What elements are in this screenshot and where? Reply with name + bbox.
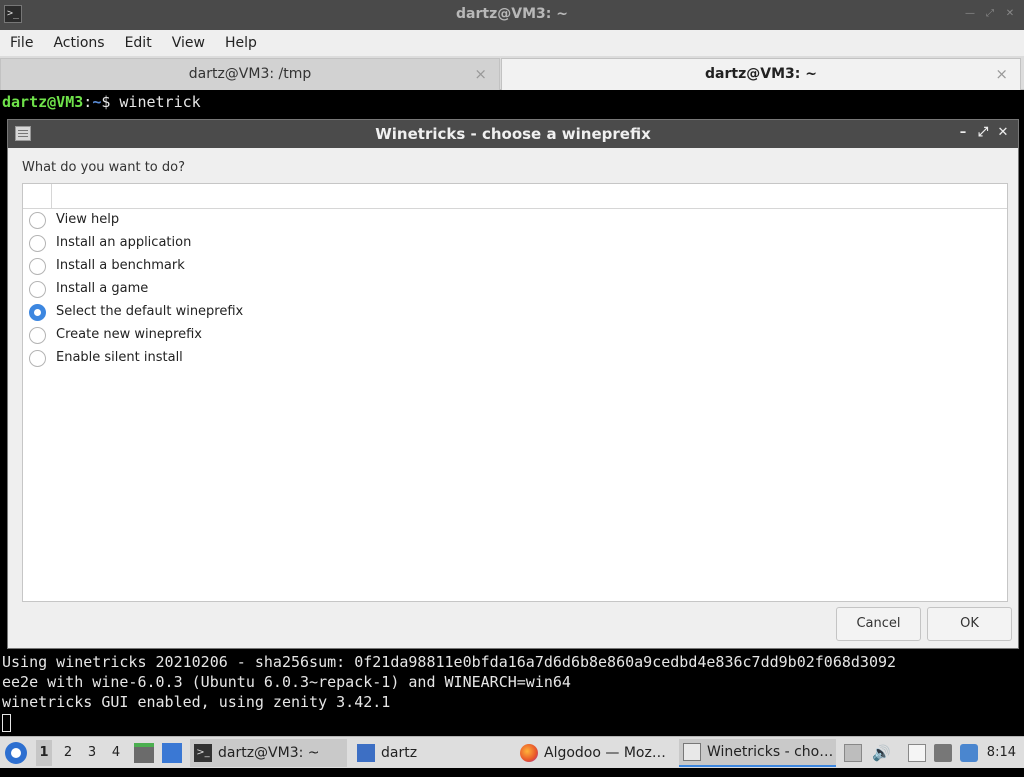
dialog-title: Winetricks - choose a wineprefix [375,125,651,143]
menu-help[interactable]: Help [225,35,257,51]
option-label: Install a game [56,281,149,296]
clock[interactable]: 8:14 [987,745,1016,760]
task-label: Algodoo — Moz… [544,745,666,761]
cancel-button[interactable]: Cancel [836,607,921,641]
radio-button[interactable] [29,281,46,298]
task-terminal[interactable]: >_ dartz@VM3: ~ [190,739,347,767]
prompt-separator: : [83,93,93,111]
file-manager-launcher-icon[interactable] [134,743,154,763]
task-label: Winetricks - cho… [707,744,834,760]
cursor-line [2,712,11,732]
option-row[interactable]: Create new wineprefix [23,324,1007,347]
option-row[interactable]: Install an application [23,232,1007,255]
radio-button[interactable] [29,350,46,367]
window-title: dartz@VM3: ~ [456,6,568,22]
output-line: Using winetricks 20210206 - sha256sum: 0… [2,653,897,671]
ok-button[interactable]: OK [927,607,1012,641]
task-label: dartz@VM3: ~ [218,745,320,761]
option-label: View help [56,212,120,227]
dialog-titlebar: Winetricks - choose a wineprefix – ⤢ ✕ [8,120,1018,148]
radio-button[interactable] [29,235,46,252]
option-row[interactable]: Install a benchmark [23,255,1007,278]
menu-edit[interactable]: Edit [125,35,152,51]
tab-close-icon[interactable]: × [474,65,487,83]
menu-actions[interactable]: Actions [53,35,104,51]
command-text: winetrick [119,93,201,111]
tab-bar: dartz@VM3: /tmp × dartz@VM3: ~ × [0,56,1024,90]
tab-close-icon[interactable]: × [995,65,1008,83]
start-menu-icon[interactable] [5,742,27,764]
tab-home[interactable]: dartz@VM3: ~ × [501,58,1021,90]
list-header-column[interactable] [23,184,52,208]
taskbar: 1 2 3 4 >_ dartz@VM3: ~ dartz Algodoo — … [0,736,1024,768]
terminal-titlebar: >_ dartz@VM3: ~ — ⤢ ✕ [0,0,1024,30]
radio-button[interactable] [29,212,46,229]
dialog-minimize-icon[interactable]: – [956,125,970,141]
terminal-cursor [2,713,11,732]
network-icon[interactable] [934,744,952,762]
tab-tmp[interactable]: dartz@VM3: /tmp × [0,58,500,90]
list-header [23,184,1007,209]
tab-label: dartz@VM3: ~ [705,66,817,82]
prompt-line: dartz@VM3:~$ winetrick [2,92,201,112]
prompt-path: ~ [92,93,102,111]
option-row[interactable]: Install a game [23,278,1007,301]
workspace-3[interactable]: 3 [84,745,100,777]
menu-bar: File Actions Edit View Help [0,30,1024,56]
tray-up-icon[interactable] [844,744,862,762]
winetricks-dialog: Winetricks - choose a wineprefix – ⤢ ✕ W… [7,119,1019,649]
option-row[interactable]: Enable silent install [23,347,1007,370]
volume-icon[interactable]: 🔊 [872,744,891,762]
task-winetricks[interactable]: Winetricks - cho… [679,739,836,767]
menu-view[interactable]: View [172,35,205,51]
task-firefox[interactable]: Algodoo — Moz… [516,739,673,767]
radio-button[interactable] [29,304,46,321]
option-label: Select the default wineprefix [56,304,244,319]
window-icon [683,743,701,761]
radio-button[interactable] [29,327,46,344]
task-label: dartz [381,745,418,761]
prompt-user: dartz@VM3 [2,93,84,111]
terminal-icon: >_ [194,744,212,762]
show-desktop-icon[interactable] [162,743,182,763]
option-label: Install a benchmark [56,258,185,273]
tab-label: dartz@VM3: /tmp [188,66,312,82]
clipboard-icon[interactable] [908,744,926,762]
dialog-close-icon[interactable]: ✕ [996,125,1010,141]
workspace-2[interactable]: 2 [60,745,76,777]
option-row[interactable]: View help [23,209,1007,232]
option-label: Enable silent install [56,350,183,365]
minimize-icon[interactable]: — [964,8,976,20]
option-row[interactable]: Select the default wineprefix [23,301,1007,324]
prompt-symbol: $ [101,93,120,111]
firefox-icon [520,744,538,762]
maximize-icon[interactable]: ⤢ [984,8,996,20]
update-notifier-icon[interactable] [960,744,978,762]
workspace-1[interactable]: 1 [36,740,52,766]
output-line: ee2e with wine-6.0.3 (Ubuntu 6.0.3~repac… [2,673,571,691]
radio-button[interactable] [29,258,46,275]
folder-icon [357,744,375,762]
menu-file[interactable]: File [10,35,33,51]
workspace-4[interactable]: 4 [108,745,124,777]
dialog-maximize-icon[interactable]: ⤢ [976,125,990,141]
options-list: View help Install an application Install a… [22,183,1008,602]
dialog-question: What do you want to do? [22,160,186,175]
output-line: winetricks GUI enabled, using zenity 3.4… [2,693,391,711]
close-icon[interactable]: ✕ [1004,8,1016,20]
option-label: Install an application [56,235,192,250]
task-folder[interactable]: dartz [353,739,510,767]
option-label: Create new wineprefix [56,327,203,342]
